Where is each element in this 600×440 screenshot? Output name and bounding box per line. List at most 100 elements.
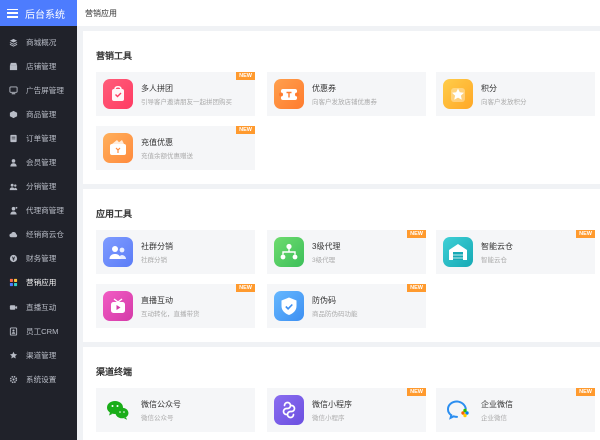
section-title: 应用工具 xyxy=(96,209,133,219)
sidebar-item[interactable]: 会员管理 xyxy=(0,150,77,174)
main-content: 营销工具 多人拼团 引导客户邀请朋友一起拼团购买 NEW 优惠券 向客户发放店铺优惠券积… xyxy=(77,26,600,440)
warehouse-icon xyxy=(443,237,473,267)
recharge-icon xyxy=(103,133,133,163)
section-title: 渠道终端 xyxy=(96,367,133,377)
app-card-description: 向客户发放积分 xyxy=(481,99,527,106)
app-card[interactable]: 3级代理 3级代理 NEW xyxy=(267,230,426,274)
shield-icon xyxy=(274,291,304,321)
stack-icon xyxy=(9,38,18,47)
app-card[interactable]: 微信小程序 微信小程序 NEW xyxy=(267,388,426,432)
sidebar-item-label: 员工CRM xyxy=(26,326,59,336)
sidebar-item[interactable]: 广告屏管理 xyxy=(0,78,77,102)
new-badge: NEW xyxy=(236,72,255,80)
gear-icon xyxy=(9,375,18,384)
app-card-title: 积分 xyxy=(481,84,497,93)
app-card[interactable]: 积分 向客户发放积分 xyxy=(436,72,595,116)
app-card-description: 充值余额优惠赠送 xyxy=(141,153,193,160)
app-card-title: 充值优惠 xyxy=(141,138,173,147)
sidebar-item[interactable]: 财务管理 xyxy=(0,247,77,271)
mini-program-icon xyxy=(274,395,304,425)
section-title: 营销工具 xyxy=(96,51,133,61)
app-card[interactable]: 优惠券向客户发放店铺优惠券 xyxy=(267,72,426,116)
brand-bar: 后台系统 xyxy=(0,0,77,26)
app-card-description: 微信小程序 xyxy=(312,415,345,422)
app-card-description: 向客户发放店铺优惠券 xyxy=(312,99,377,106)
sidebar-item[interactable]: 渠道管理 xyxy=(0,343,77,367)
app-card-title: 直播互动 xyxy=(141,296,173,305)
app-card-description: 智能云仓 xyxy=(481,257,507,264)
app-card-title: 智能云仓 xyxy=(481,242,513,251)
sidebar-item[interactable]: 商城概况 xyxy=(0,30,77,54)
sidebar-item[interactable]: 分销管理 xyxy=(0,175,77,199)
sidebar-item-label: 会员管理 xyxy=(26,158,57,168)
sidebar-item[interactable]: 经销商云仓 xyxy=(0,223,77,247)
agent-icon xyxy=(9,206,18,215)
sidebar-item-label: 渠道管理 xyxy=(26,350,57,360)
new-badge: NEW xyxy=(236,126,255,134)
new-badge: NEW xyxy=(576,230,595,238)
cloud-icon xyxy=(9,230,18,239)
new-badge: NEW xyxy=(407,230,426,238)
sidebar-item[interactable]: 系统设置 xyxy=(0,367,77,391)
app-card[interactable]: 社群分销 社群分销 xyxy=(96,230,255,274)
group-buy-icon xyxy=(103,79,133,109)
coupon-icon xyxy=(274,79,304,109)
app-card[interactable]: 多人拼团 引导客户邀请朋友一起拼团购买 NEW xyxy=(96,72,255,116)
community-icon xyxy=(103,237,133,267)
sidebar-item-label: 店铺管理 xyxy=(26,61,57,71)
wecom-icon xyxy=(443,395,473,425)
sidebar-item[interactable]: 营销应用 xyxy=(0,271,77,295)
new-badge: NEW xyxy=(407,284,426,292)
sidebar-item-label: 订单管理 xyxy=(26,133,57,143)
app-card-title: 防伪码 xyxy=(312,296,336,305)
sidebar-item[interactable]: 员工CRM xyxy=(0,319,77,343)
sidebar-item-label: 直播互动 xyxy=(26,302,57,312)
app-card[interactable]: 防伪码商品防伪码功能 NEW xyxy=(267,284,426,328)
sidebar-nav: 商城概况店铺管理广告屏管理商品管理订单管理会员管理分销管理代理商管理经销商云仓财… xyxy=(0,26,77,391)
page-title: 营销应用 xyxy=(85,8,117,18)
app-card-title: 优惠券 xyxy=(312,84,336,93)
points-icon xyxy=(443,79,473,109)
app-card-title: 社群分销 xyxy=(141,242,173,251)
app-title: 后台系统 xyxy=(25,9,65,21)
app-card-title: 微信公众号 xyxy=(141,400,181,409)
sidebar-item[interactable]: 店铺管理 xyxy=(0,54,77,78)
app-card[interactable]: 企业微信 企业微信 NEW xyxy=(436,388,595,432)
app-card[interactable]: 智能云仓 智能云仓 NEW xyxy=(436,230,595,274)
sidebar-item-label: 系统设置 xyxy=(26,374,57,384)
sidebar-item-label: 分销管理 xyxy=(26,182,57,192)
menu-toggle-icon[interactable] xyxy=(7,8,18,18)
sidebar-item[interactable]: 订单管理 xyxy=(0,126,77,150)
finance-icon xyxy=(9,254,18,263)
new-badge: NEW xyxy=(576,388,595,396)
sidebar-item-label: 商城概况 xyxy=(26,37,57,47)
app-card[interactable]: 直播互动 互动转化，直播带货 NEW xyxy=(96,284,255,328)
app-card-title: 微信小程序 xyxy=(312,400,352,409)
app-card-description: 商品防伪码功能 xyxy=(312,311,358,318)
sidebar-item-label: 广告屏管理 xyxy=(26,85,64,95)
sidebar-item-label: 财务管理 xyxy=(26,254,57,264)
new-badge: NEW xyxy=(407,388,426,396)
user-icon xyxy=(9,158,18,167)
app-card-title: 多人拼团 xyxy=(141,84,173,93)
app-card-description: 社群分销 xyxy=(141,257,167,264)
section-app-tools: 应用工具 社群分销 社群分销 3级代理 3级代理 NEW 智能云仓 智能云仓 NEW 直播互动互… xyxy=(83,189,600,342)
sidebar-item[interactable]: 商品管理 xyxy=(0,102,77,126)
sidebar-item[interactable]: 代理商管理 xyxy=(0,199,77,223)
app-card-description: 企业微信 xyxy=(481,415,507,422)
sidebar-item-label: 营销应用 xyxy=(26,278,57,288)
app-card-title: 3级代理 xyxy=(312,242,341,251)
sidebar: 后台系统 商城概况店铺管理广告屏管理商品管理订单管理会员管理分销管理代理商管理经… xyxy=(0,0,77,440)
sidebar-item-label: 经销商云仓 xyxy=(26,230,64,240)
app-card-title: 企业微信 xyxy=(481,400,513,409)
order-icon xyxy=(9,134,18,143)
agent-tree-icon xyxy=(274,237,304,267)
header-bar: 营销应用 xyxy=(77,0,600,26)
app-card[interactable]: 充值优惠充值余额优惠赠送 NEW xyxy=(96,126,255,170)
camera-icon xyxy=(9,303,18,312)
live-icon xyxy=(103,291,133,321)
sidebar-item[interactable]: 直播互动 xyxy=(0,295,77,319)
app-card[interactable]: 微信公众号 微信公众号 xyxy=(96,388,255,432)
shop-icon xyxy=(9,62,18,71)
distribution-icon xyxy=(9,182,18,191)
